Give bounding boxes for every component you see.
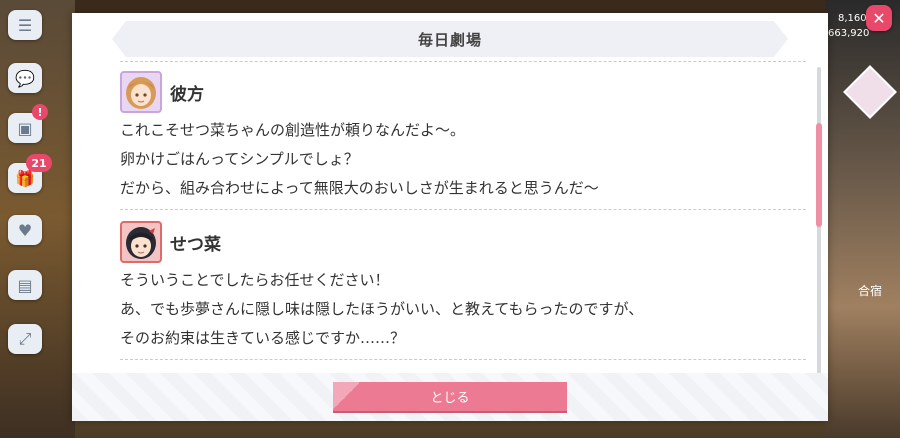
dialogue-line: だから、組み合わせによって無限大のおいしさが生まれると思うんだ〜 bbox=[120, 179, 599, 197]
camera-button[interactable]: ▤ bbox=[8, 270, 42, 300]
scrollbar-thumb[interactable] bbox=[816, 123, 822, 227]
dialogue-line: あ、でも歩夢さんに隠し味は隠したほうがいい、と教えてもらったのですが、 bbox=[120, 300, 644, 318]
modal-title: 毎日劇場 bbox=[417, 30, 482, 49]
dialogue-entry: せつ菜 そういうことでしたらお任せください！ あ、でも歩夢さんに隠し味は隠したほ… bbox=[120, 218, 806, 353]
speaker-row: せつ菜 bbox=[120, 218, 806, 266]
chat-button[interactable]: 💬 bbox=[8, 63, 42, 93]
background-right bbox=[825, 0, 900, 438]
speaker-row: 彼方 bbox=[120, 68, 806, 116]
entry-divider bbox=[120, 359, 806, 360]
expand-button[interactable]: ⤢ bbox=[8, 324, 42, 354]
camera-icon: ▤ bbox=[17, 275, 33, 295]
speaker-name: せつ菜 bbox=[170, 234, 221, 255]
dialogue-line: そういうことでしたらお任せください！ bbox=[120, 271, 390, 289]
dialogue-line: 卵かけごはんってシンプルでしょ？ bbox=[120, 150, 359, 168]
modal-header: 毎日劇場 bbox=[112, 21, 788, 57]
scrollbar-track[interactable] bbox=[816, 67, 822, 377]
setsuna-portrait-icon bbox=[120, 221, 162, 263]
present-icon: ▣ bbox=[17, 118, 33, 138]
menu-icon: ☰ bbox=[17, 15, 33, 35]
count-1: 8,160 bbox=[838, 13, 867, 24]
close-button[interactable]: とじる bbox=[333, 382, 567, 411]
heart-icon: ♥ bbox=[17, 220, 33, 240]
count-badge: 21 bbox=[26, 154, 52, 172]
close-x-button[interactable]: ✕ bbox=[866, 5, 892, 31]
kanata-portrait-icon bbox=[120, 71, 162, 113]
heart-button[interactable]: ♥ bbox=[8, 215, 42, 245]
dialogue-line: そのお約束は生きている感じですか……？ bbox=[120, 329, 406, 347]
close-icon: ✕ bbox=[872, 8, 886, 28]
chat-bubble-icon: 💬 bbox=[15, 68, 35, 88]
header-divider bbox=[120, 61, 806, 62]
camp-label: 合宿 bbox=[858, 284, 883, 298]
daily-theater-modal: 毎日劇場 彼方 これこそせつ菜ちゃんの創造性が頼りなんだよ〜。 卵かけごはんって… bbox=[72, 13, 828, 421]
dialogue-scroll-area[interactable]: 彼方 これこそせつ菜ちゃんの創造性が頼りなんだよ〜。 卵かけごはんってシンプルで… bbox=[120, 68, 806, 368]
expand-icon: ⤢ bbox=[18, 329, 32, 348]
dialogue-line: これこそせつ菜ちゃんの創造性が頼りなんだよ〜。 bbox=[120, 121, 466, 139]
menu-button[interactable]: ☰ bbox=[8, 10, 42, 40]
count-2: 663,920 bbox=[828, 28, 870, 39]
alert-badge: ! bbox=[32, 104, 48, 120]
speaker-name: 彼方 bbox=[170, 84, 204, 105]
entry-divider bbox=[120, 209, 806, 210]
dialogue-entry: 彼方 これこそせつ菜ちゃんの創造性が頼りなんだよ〜。 卵かけごはんってシンプルで… bbox=[120, 68, 806, 203]
